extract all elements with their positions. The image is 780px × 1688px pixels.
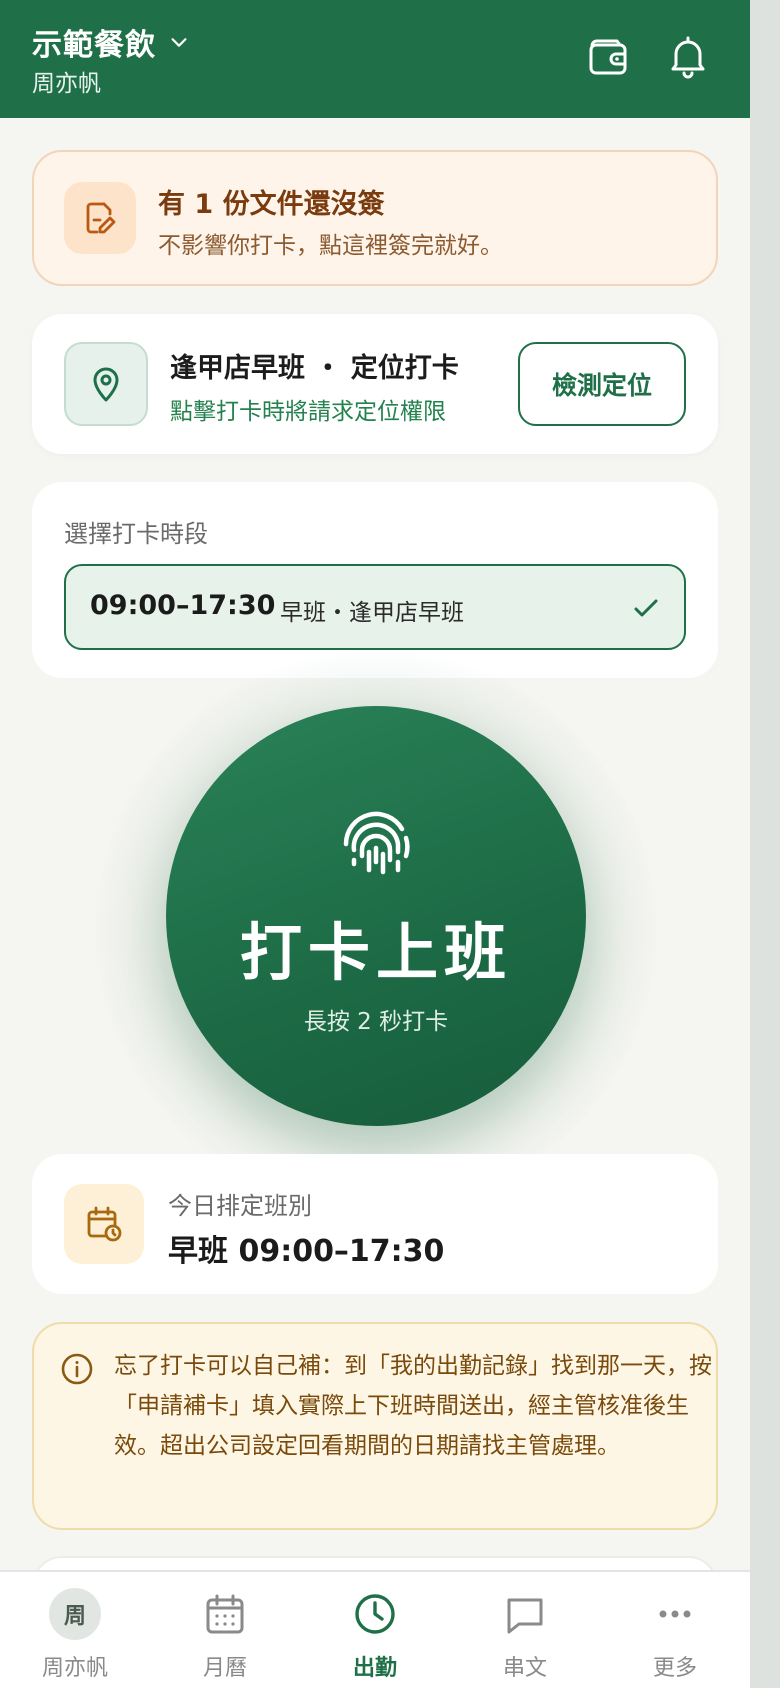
unsigned-document-banner[interactable]: 有 1 份文件還沒簽 不影響你打卡，點這裡簽完就好。 (32, 150, 718, 286)
location-title: 逢甲店早班 ・ 定位打卡 (170, 353, 459, 384)
tip-text: 忘了打卡可以自己補：到「我的出勤記錄」找到那一天，按「申請補卡」填入實際上下班時… (114, 1353, 712, 1459)
calendar-clock-icon (64, 1184, 144, 1264)
avatar-slot: 周 (49, 1588, 101, 1640)
missed-punch-tip: 忘了打卡可以自己補：到「我的出勤記錄」找到那一天，按「申請補卡」填入實際上下班時… (32, 1322, 718, 1530)
user-name: 周亦帆 (32, 71, 101, 97)
nav-label-active: 出勤 (352, 1656, 397, 1681)
document-notice-subtitle: 不影響你打卡，點這裡簽完就好。 (158, 233, 503, 259)
chevron-down-icon (171, 38, 187, 47)
fingerprint-icon (343, 811, 410, 875)
calendar-icon (199, 1588, 251, 1640)
shift-time: 09:00–17:30 (90, 590, 276, 621)
attendance-app: 示範餐飲 周亦帆 有 1 份文件還沒簽 不影響你打卡，點這裡簽完就好。 逢甲店早… (0, 0, 750, 1688)
punch-in-button[interactable]: 打卡上班 長按 2 秒打卡 (166, 706, 586, 1126)
document-sign-icon (64, 182, 136, 254)
punch-hint: 長按 2 秒打卡 (303, 1009, 449, 1035)
app-header: 示範餐飲 周亦帆 (0, 0, 750, 118)
bell-icon[interactable] (664, 32, 712, 80)
nav-item-attendance[interactable]: 出勤 (300, 1572, 450, 1688)
detect-location-button[interactable]: 檢測定位 (518, 342, 686, 426)
today-shift-value: 早班 09:00–17:30 (168, 1234, 445, 1269)
nav-item-posts[interactable]: 串文 (450, 1572, 600, 1688)
shift-option-selected[interactable]: 09:00–17:30 早班・逢甲店早班 (64, 564, 686, 650)
more-icon (649, 1588, 701, 1640)
clock-icon (349, 1588, 401, 1640)
nav-label: 周亦帆 (41, 1656, 108, 1681)
nav-item-calendar[interactable]: 月曆 (150, 1572, 300, 1688)
nav-item-more[interactable]: 更多 (600, 1572, 750, 1688)
punch-title: 打卡上班 (239, 916, 512, 989)
location-card: 逢甲店早班 ・ 定位打卡 點擊打卡時將請求定位權限 檢測定位 (32, 314, 718, 454)
bottom-nav: 周 周亦帆 月曆 出勤 串文 更多 (0, 1570, 750, 1688)
nav-item-profile[interactable]: 周 周亦帆 (0, 1572, 150, 1688)
shift-name: 早班・逢甲店早班 (280, 600, 464, 626)
chat-icon (499, 1588, 551, 1640)
nav-label: 串文 (502, 1656, 547, 1681)
avatar: 周 (49, 1588, 101, 1640)
document-notice-title: 有 1 份文件還沒簽 (158, 189, 385, 220)
info-icon (61, 1353, 93, 1385)
org-name: 示範餐飲 (32, 28, 156, 63)
nav-label: 月曆 (202, 1656, 247, 1681)
location-pin-icon (64, 342, 148, 426)
nav-label: 更多 (652, 1656, 697, 1681)
location-subtitle: 點擊打卡時將請求定位權限 (170, 399, 446, 425)
shift-select-label: 選擇打卡時段 (64, 520, 208, 548)
shift-select-card: 選擇打卡時段 09:00–17:30 早班・逢甲店早班 (32, 482, 718, 678)
check-icon (634, 599, 658, 617)
today-shift-label: 今日排定班別 (168, 1192, 312, 1220)
org-switcher[interactable]: 示範餐飲 (32, 20, 190, 64)
wallet-icon[interactable] (584, 32, 632, 80)
today-shift-card: 今日排定班別 早班 09:00–17:30 (32, 1154, 718, 1294)
